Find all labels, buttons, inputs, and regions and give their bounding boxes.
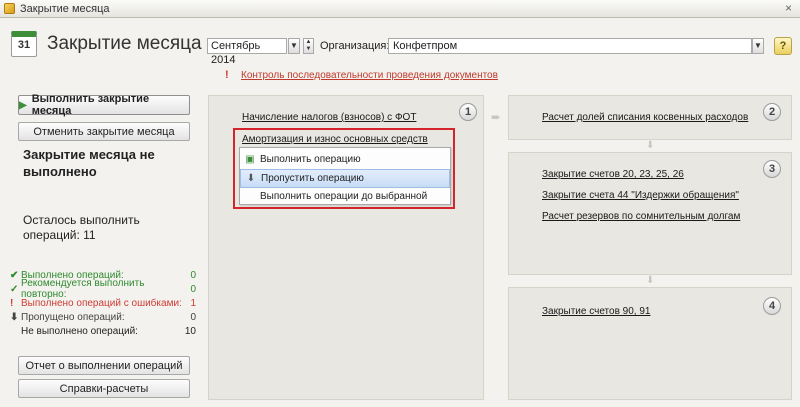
- step-number-3: 3: [763, 160, 781, 178]
- op-close-account-44-link[interactable]: Закрытие счета 44 "Издержки обращения": [542, 190, 739, 201]
- run-operation-icon: ▣: [245, 154, 255, 165]
- menu-item-run-operation[interactable]: ▣ Выполнить операцию: [240, 150, 450, 169]
- operations-report-button[interactable]: Отчет о выполнении операций: [18, 356, 190, 375]
- sequence-control-link[interactable]: Контроль последовательности проведения д…: [241, 70, 498, 81]
- org-label: Организация:: [320, 40, 390, 52]
- step-panel-4: [508, 287, 792, 400]
- check-outline-icon: ✓: [10, 283, 19, 295]
- skip-arrow-icon: ⬇: [10, 311, 19, 323]
- arrow-right-icon: ➨: [491, 110, 502, 124]
- cancel-close-button[interactable]: Отменить закрытие месяца: [18, 122, 190, 141]
- stats-list: ✔ Выполнено операций: 0 ✓ Рекомендуется …: [10, 268, 196, 338]
- arrow-down-icon: ⬇: [646, 275, 655, 286]
- stat-recommended: ✓ Рекомендуется выполнить повторно: 0: [10, 278, 196, 300]
- menu-item-label: Пропустить операцию: [261, 173, 364, 184]
- stat-not-done-label: Не выполнено операций:: [21, 325, 138, 337]
- op-close-accounts-20-link[interactable]: Закрытие счетов 20, 23, 25, 26: [542, 169, 684, 180]
- title-bar: Закрытие месяца ×: [0, 0, 800, 18]
- menu-item-skip-operation[interactable]: ⬇ Пропустить операцию: [240, 169, 450, 188]
- period-field[interactable]: Сентябрь 2014: [207, 38, 287, 66]
- step-number-1: 1: [459, 103, 477, 121]
- menu-item-label: Выполнить операции до выбранной: [260, 191, 428, 202]
- stat-not-done: Не выполнено операций: 10: [10, 324, 196, 338]
- stat-skipped: ⬇ Пропущено операций: 0: [10, 310, 196, 324]
- org-field[interactable]: Конфетпром: [388, 38, 752, 54]
- error-icon: !: [10, 297, 14, 309]
- stat-done-value: 0: [190, 269, 196, 281]
- calendar-icon: 31: [11, 31, 37, 57]
- stat-errors-label: Выполнено операций с ошибками:: [21, 297, 182, 309]
- remaining-count: Осталось выполнить операций: 11: [23, 213, 140, 242]
- stat-recommended-value: 0: [190, 283, 196, 295]
- menu-item-run-until-selected[interactable]: Выполнить операции до выбранной: [240, 187, 450, 206]
- stat-not-done-value: 10: [184, 325, 196, 337]
- stat-skipped-label: Пропущено операций:: [21, 311, 125, 323]
- help-button[interactable]: ?: [774, 37, 792, 55]
- skip-arrow-icon: ⬇: [246, 173, 256, 184]
- window-title: Закрытие месяца: [20, 2, 110, 15]
- stat-skipped-value: 0: [190, 311, 196, 323]
- run-close-button[interactable]: ▶ Выполнить закрытие месяца: [18, 93, 190, 117]
- warning-icon: !: [225, 69, 229, 81]
- arrow-down-icon: ⬇: [646, 140, 655, 151]
- app-icon: [4, 3, 15, 14]
- org-dropdown-button[interactable]: ▼: [752, 38, 764, 54]
- period-dropdown-button[interactable]: ▼: [288, 38, 300, 54]
- page-title: Закрытие месяца: [47, 33, 202, 54]
- stat-errors-value: 1: [190, 297, 196, 309]
- check-icon: ✔: [10, 269, 19, 281]
- status-title: Закрытие месяца не выполнено: [23, 147, 155, 179]
- op-doubtful-debts-link[interactable]: Расчет резервов по сомнительным долгам: [542, 211, 740, 222]
- step-number-4: 4: [763, 297, 781, 315]
- op-payroll-taxes-link[interactable]: Начисление налогов (взносов) с ФОТ: [242, 112, 416, 123]
- context-menu: ▣ Выполнить операцию ⬇ Пропустить операц…: [239, 147, 451, 205]
- calculations-button[interactable]: Справки-расчеты: [18, 379, 190, 398]
- play-icon: ▶: [19, 99, 27, 111]
- run-close-label: Выполнить закрытие месяца: [31, 93, 150, 117]
- step-number-2: 2: [763, 103, 781, 121]
- close-icon[interactable]: ×: [785, 1, 792, 15]
- menu-item-label: Выполнить операцию: [260, 154, 361, 165]
- op-close-accounts-90-link[interactable]: Закрытие счетов 90, 91: [542, 306, 650, 317]
- period-spin-button[interactable]: ▲ ▼: [303, 38, 314, 54]
- stat-errors: ! Выполнено операций с ошибками: 1: [10, 296, 196, 310]
- op-indirect-costs-link[interactable]: Расчет долей списания косвенных расходов: [542, 112, 748, 123]
